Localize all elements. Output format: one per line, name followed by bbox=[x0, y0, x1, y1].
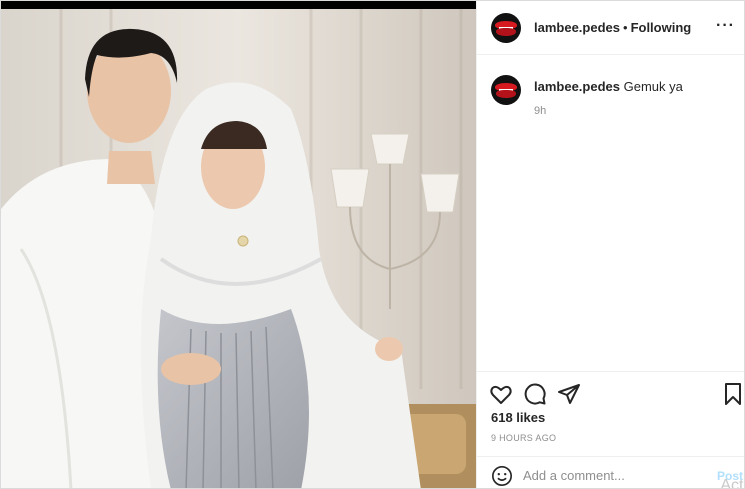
comment-icon[interactable] bbox=[523, 382, 547, 406]
share-icon[interactable] bbox=[557, 382, 581, 406]
following-button[interactable]: Following bbox=[631, 20, 692, 35]
comment-time: 9h bbox=[534, 105, 547, 117]
avatar[interactable] bbox=[491, 13, 521, 43]
comment-body: Gemuk ya bbox=[623, 79, 683, 94]
top-black-bar bbox=[1, 1, 476, 9]
more-icon[interactable]: ··· bbox=[716, 17, 735, 35]
post-photo[interactable] bbox=[1, 9, 476, 488]
header-text: lambee.pedes • Following bbox=[534, 20, 691, 35]
comment-username[interactable]: lambee.pedes bbox=[534, 79, 620, 94]
avatar[interactable] bbox=[491, 75, 521, 105]
post-header: lambee.pedes • Following ··· bbox=[477, 1, 744, 55]
header-username[interactable]: lambee.pedes bbox=[534, 20, 620, 35]
instagram-post-window: lambee.pedes • Following ··· lambee.pedes … bbox=[0, 0, 745, 489]
likes-count[interactable]: 618 likes bbox=[491, 410, 545, 425]
photo-illustration bbox=[1, 9, 476, 488]
add-comment-bar: Post Acti bbox=[477, 456, 745, 489]
emoji-icon[interactable] bbox=[491, 465, 513, 487]
activate-watermark: Acti bbox=[720, 477, 745, 489]
action-section: 618 likes 9 HOURS AGO Post Acti bbox=[477, 371, 745, 489]
bookmark-icon[interactable] bbox=[721, 382, 744, 406]
post-time: 9 HOURS AGO bbox=[491, 433, 557, 443]
separator-dot: • bbox=[623, 20, 628, 35]
comment-text: lambee.pedes Gemuk ya bbox=[534, 79, 683, 94]
heart-icon[interactable] bbox=[489, 382, 513, 406]
comment-input[interactable] bbox=[523, 464, 713, 486]
post-side-panel: lambee.pedes • Following ··· lambee.pedes … bbox=[476, 1, 745, 489]
